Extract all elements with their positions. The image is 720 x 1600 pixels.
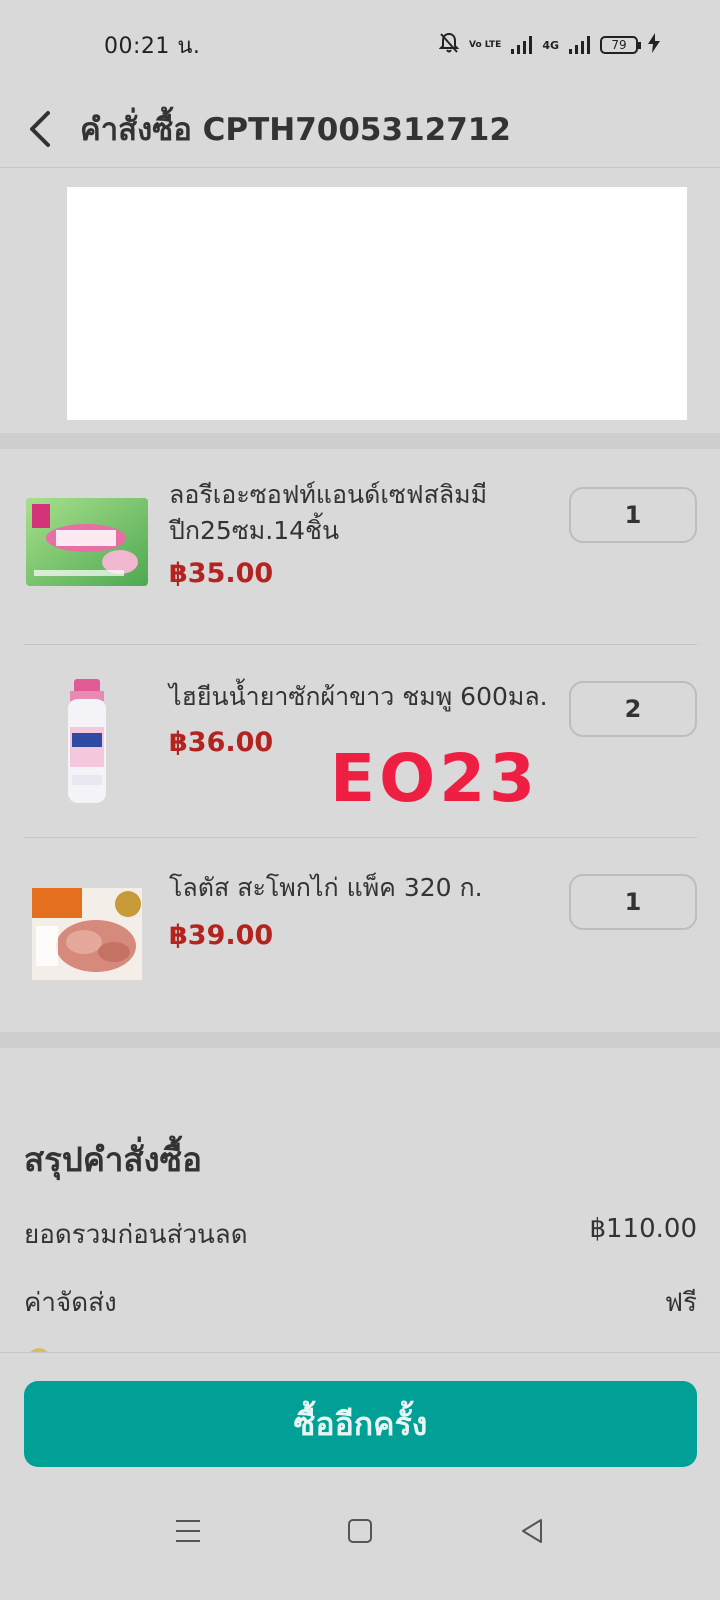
order-item: โลตัส สะโพกไก่ แพ็ค 320 ก. ฿39.00 1 [0,838,720,1032]
recent-apps-button[interactable] [168,1511,208,1551]
quantity-box: 2 [569,681,697,737]
section-divider [0,433,720,449]
signal-2-icon [569,36,590,54]
home-square-icon [348,1519,372,1543]
charging-bolt-icon [648,33,660,57]
volte-icon: Vo LTE [468,39,502,50]
quantity-box: 1 [569,487,697,543]
item-price: ฿35.00 [169,558,274,589]
network-4g-label: 4G [542,38,559,52]
item-name: โลตัส สะโพกไก่ แพ็ค 320 ก. [169,873,483,902]
item-price: ฿36.00 [169,727,274,758]
system-back-button[interactable] [512,1511,552,1551]
mute-bell-icon [438,32,460,58]
back-button[interactable] [0,90,80,168]
subtotal-row: ยอดรวมก่อนส่วนลด ฿110.00 [24,1214,697,1255]
product-image-hygiene [24,679,150,805]
signal-icon [511,36,533,54]
buy-again-button[interactable]: ซื้ออีกครั้ง [24,1381,697,1467]
address-card [67,187,687,420]
item-price: ฿39.00 [169,920,274,951]
battery-level: 79 [611,38,627,52]
triangle-back-icon [522,1519,542,1543]
system-nav-bar [0,1501,720,1561]
status-icons: Vo LTE 4G 79 [438,32,660,58]
overlay-code: EO23 [330,740,540,817]
subtotal-label: ยอดรวมก่อนส่วนลด [24,1220,248,1250]
order-item: ลอรีเอะซอฟท์แอนด์เซฟสลิมมีปีก25ซม.14ชิ้น… [0,449,720,644]
quantity-box: 1 [569,874,697,930]
menu-icon [176,1520,200,1542]
product-image-laurier [24,496,150,588]
home-button[interactable] [340,1511,380,1551]
item-name: ไฮยีนน้ำยาซักผ้าขาว ชมพู 600มล. [169,682,548,711]
battery-icon: 79 [600,36,641,54]
section-divider [0,1032,720,1048]
page-title: คำสั่งซื้อ CPTH7005312712 [80,111,511,148]
status-bar: 00:21 น. Vo LTE 4G 79 [0,0,720,90]
shipping-value: ฟรี [664,1288,697,1318]
item-name: ลอรีเอะซอฟท์แอนด์เซฟสลิมมีปีก25ซม.14ชิ้น [169,480,488,545]
subtotal-value: ฿110.00 [589,1214,697,1244]
shipping-row: ค่าจัดส่ง ฟรี [24,1282,697,1323]
product-image-chicken [24,886,150,982]
summary-title: สรุปคำสั่งซื้อ [24,1140,202,1179]
chevron-left-icon [30,110,50,147]
app-header: คำสั่งซื้อ CPTH7005312712 [0,90,720,168]
shipping-label: ค่าจัดส่ง [24,1288,117,1318]
bottom-bar: ซื้ออีกครั้ง [0,1352,720,1600]
status-time: 00:21 น. [104,33,201,59]
